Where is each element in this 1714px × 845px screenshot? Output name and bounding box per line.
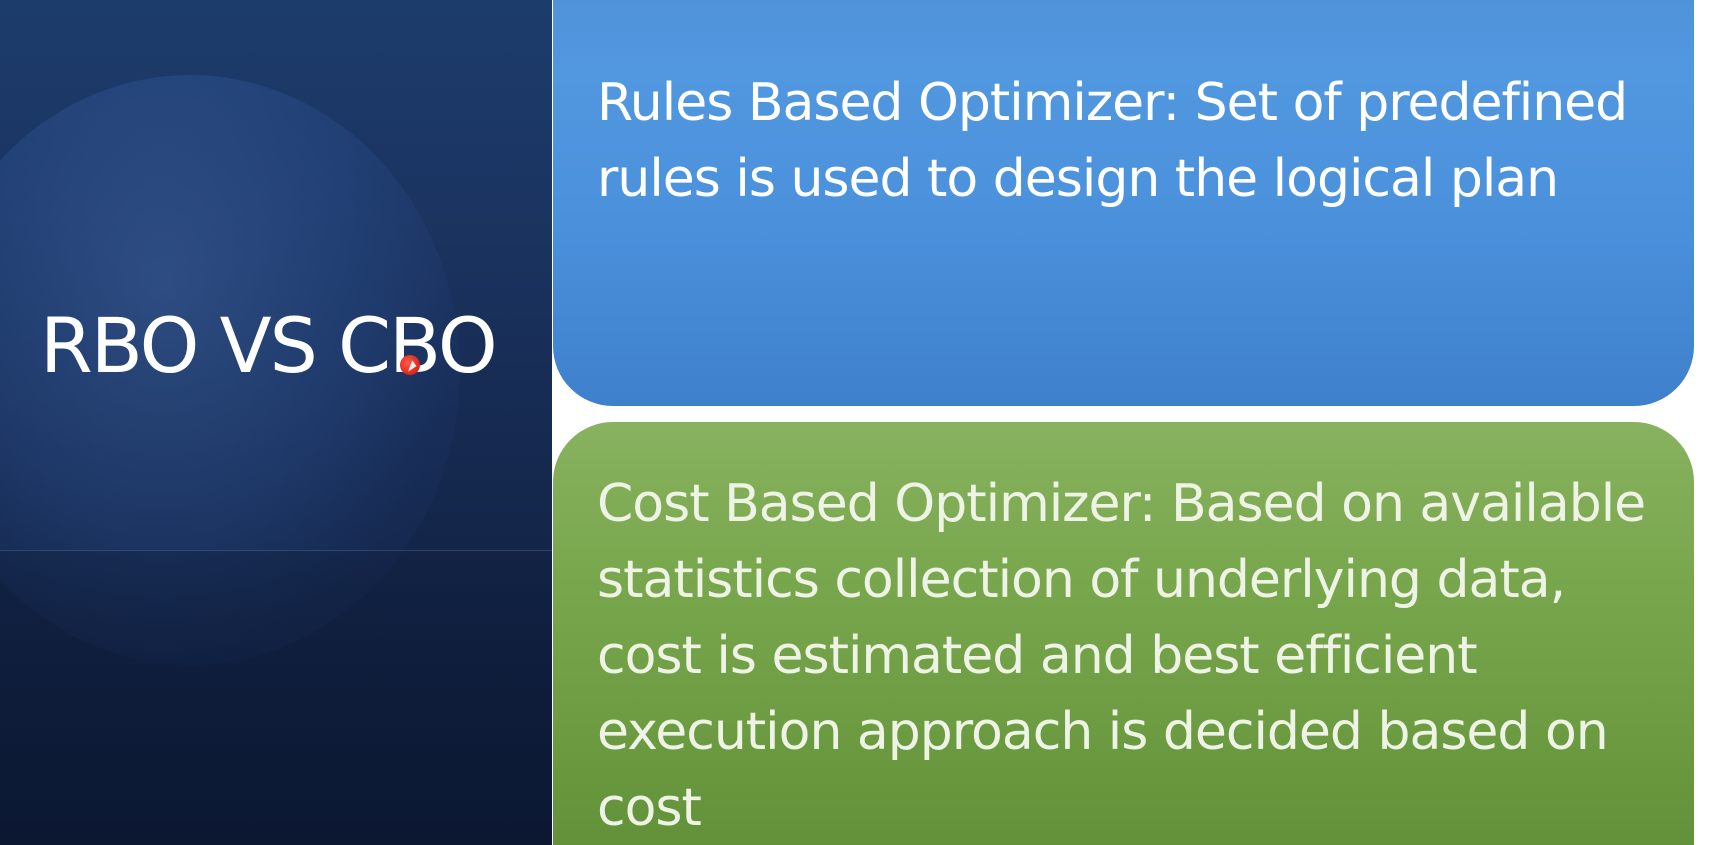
- cbo-box: Cost Based Optimizer: Based on available…: [553, 422, 1694, 845]
- presentation-slide: RBO VS CBO Rules Based Optimizer: Set of…: [0, 0, 1714, 845]
- rbo-box: Rules Based Optimizer: Set of predefined…: [553, 0, 1694, 406]
- cbo-description: Cost Based Optimizer: Based on available…: [597, 474, 1646, 838]
- rbo-description: Rules Based Optimizer: Set of predefined…: [597, 73, 1628, 209]
- slide-title: RBO VS CBO: [40, 301, 498, 390]
- panel-bottom-band: [0, 551, 552, 845]
- title-panel: RBO VS CBO: [0, 0, 552, 845]
